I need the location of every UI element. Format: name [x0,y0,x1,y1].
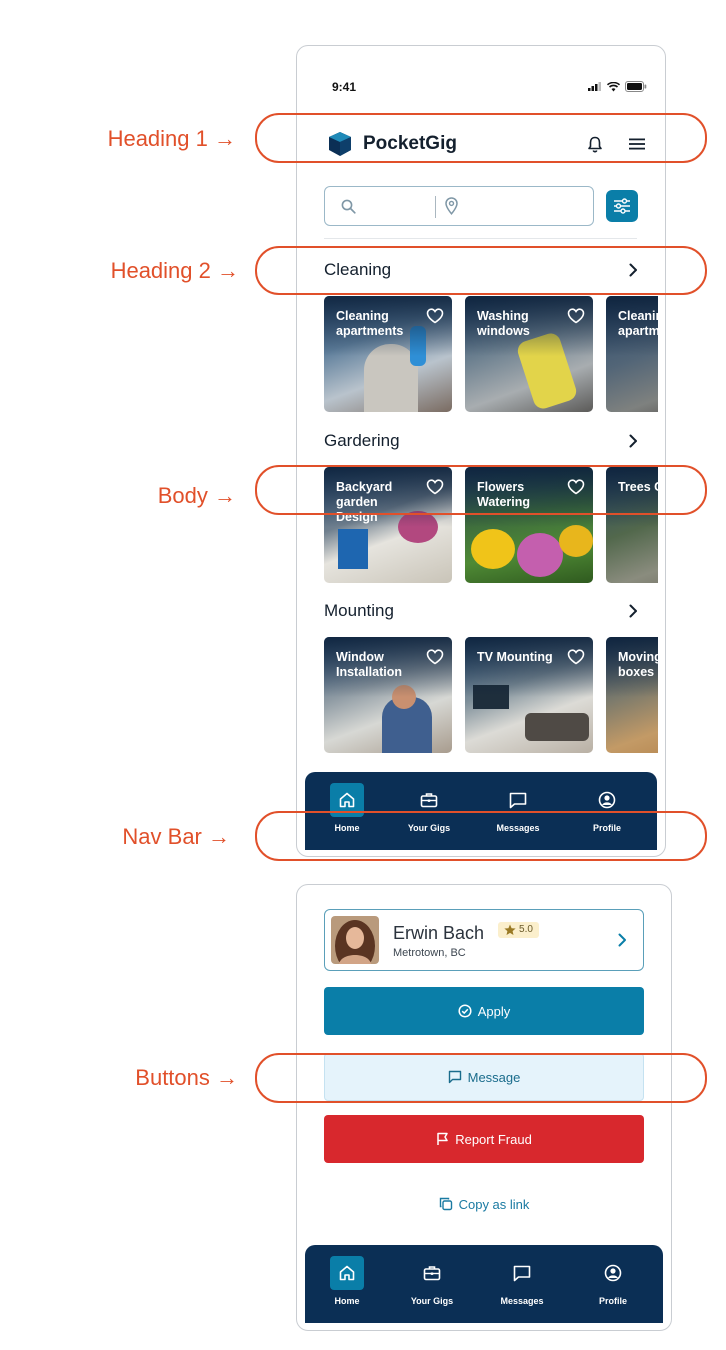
card-label: Washing windows [477,309,530,338]
nav-label: Messages [500,1296,544,1306]
card-label: Window Installation [336,650,402,679]
card-label: Cleaning apartments [618,309,658,338]
status-bar: 9:41 [297,46,665,106]
bottom-nav: Home Your Gigs Messages Profile [305,1245,663,1323]
annotation-box-buttons [255,1053,707,1103]
nav-label: Your Gigs [410,1296,454,1306]
copy-link-label: Copy as link [458,1196,530,1212]
profile-icon [598,791,616,809]
section-title: Gardering [324,431,400,450]
location-pin-icon[interactable] [445,197,458,215]
heart-icon[interactable] [567,649,585,665]
nav-item-your-gigs[interactable]: Your Gigs [392,1256,472,1306]
profile-icon [604,1264,622,1282]
gig-card[interactable]: Cleaning apartments [324,296,452,412]
annotation-body: Body → [157,483,236,508]
briefcase-icon [420,793,438,808]
gig-card[interactable]: TV Mounting [465,637,593,753]
status-time: 9:41 [332,80,357,94]
provider-card[interactable]: Erwin Bach 5.0 Metrotown, BC [324,909,644,971]
filter-button[interactable] [606,190,638,222]
briefcase-icon [423,1266,441,1281]
card-row-cleaning: Cleaning apartments Washing windows Clea… [324,296,658,412]
annotation-nav-bar: Nav Bar → [122,824,230,849]
annotation-box-heading-2 [255,246,707,295]
annotation-box-heading-1 [255,113,707,163]
battery-icon [625,81,647,92]
apply-label: Apply [477,1003,511,1019]
apply-button[interactable]: Apply [324,987,644,1035]
search-row [324,185,640,227]
copy-icon [439,1197,452,1211]
chevron-right-icon[interactable] [628,604,638,618]
gig-card[interactable]: Moving boxes [606,637,658,753]
annotation-box-body [255,465,707,515]
signal-icon [588,82,601,91]
message-icon [509,792,527,808]
rating-badge: 5.0 [498,921,539,938]
divider [324,238,637,239]
annotation-box-nav-bar [255,811,707,861]
chevron-right-icon[interactable] [617,933,627,947]
card-label: TV Mounting [477,650,553,664]
report-fraud-button[interactable]: Report Fraud [324,1115,644,1163]
nav-label: Home [334,1296,360,1306]
provider-name: Erwin Bach [393,922,485,943]
search-icon [341,199,356,214]
check-circle-icon [458,1004,472,1018]
card-label: Cleaning apartments [336,309,404,338]
section-title: Mounting [324,601,394,620]
gig-card[interactable]: Washing windows [465,296,593,412]
gig-card[interactable]: Cleaning apartments [606,296,658,412]
heart-icon[interactable] [426,649,444,665]
nav-item-home[interactable]: Home [307,1256,387,1306]
rating-value: 5.0 [519,924,533,935]
gig-card[interactable]: Window Installation [324,637,452,753]
chevron-right-icon[interactable] [628,434,638,448]
card-label: Moving boxes [618,650,658,679]
annotation-buttons: Buttons → [135,1065,238,1090]
heart-icon[interactable] [426,308,444,324]
gig-detail-screen: Erwin Bach 5.0 Metrotown, BC Apply Messag… [296,884,672,1331]
home-icon [339,792,355,808]
sliders-icon [614,198,630,214]
home-icon [339,1265,355,1281]
wifi-icon [607,81,620,91]
message-icon [513,1265,531,1281]
nav-label: Profile [598,1296,627,1306]
nav-item-profile[interactable]: Profile [573,1256,653,1306]
report-fraud-label: Report Fraud [455,1131,532,1147]
section-header-gardering[interactable]: Gardering [324,431,638,451]
star-icon [504,924,516,935]
home-screen: 9:41 PocketGig Cleaning Cleaning apartme… [296,45,666,857]
section-header-mounting[interactable]: Mounting [324,601,638,621]
annotation-heading-1: Heading 1 → [107,126,236,151]
search-input[interactable] [324,186,594,226]
provider-location: Metrotown, BC [393,946,466,959]
heart-icon[interactable] [567,308,585,324]
flag-icon [437,1132,448,1145]
card-row-mounting: Window Installation TV Mounting Moving b… [324,637,658,753]
avatar [331,916,379,964]
nav-item-messages[interactable]: Messages [482,1256,562,1306]
copy-link-button[interactable]: Copy as link [324,1180,644,1228]
annotation-heading-2: Heading 2 → [110,258,239,283]
